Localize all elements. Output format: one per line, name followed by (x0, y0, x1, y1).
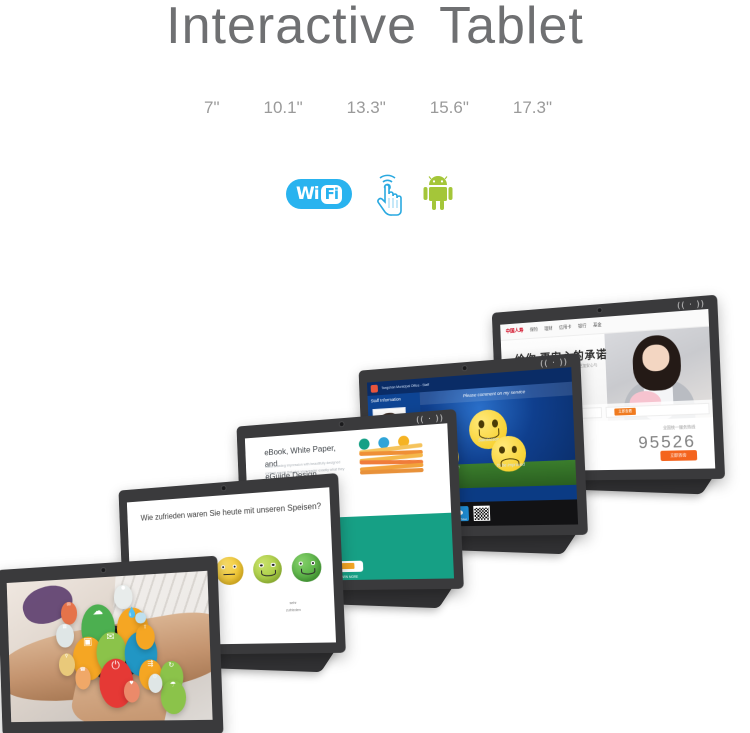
promo-banner: Interactive Tablet 7" 10.1" 13.3" 15.6" 17.3"… (0, 0, 750, 733)
survey-caption: sehr zufrieden (285, 601, 301, 613)
title-word-interactive: Interactive (166, 0, 418, 55)
bubble-upload-icon[interactable]: ⇧ (135, 623, 156, 650)
bubble-search-icon[interactable]: ⚲ (58, 652, 76, 676)
size-option-17: 17.3" (512, 98, 552, 117)
wifi-icon: Wi Fi (286, 179, 352, 209)
tablet-smartwatch-apps[interactable]: ● ✉ ▦ ☁ 💧 ▣ ✉ ⌂ ⏻ ⇶ ↻ ☂ ⇧ ⚲ ☎ ☺ ♥ (0, 555, 228, 733)
stacked-books-icon (359, 443, 424, 479)
survey-face-4[interactable] (252, 553, 283, 585)
staff-panel-title: Staff Information (370, 396, 401, 404)
qr-code-icon (473, 506, 491, 522)
survey-face-5[interactable] (291, 551, 323, 583)
touch-icon (370, 172, 404, 216)
screen-smartwatch-apps[interactable]: ● ✉ ▦ ☁ 💧 ▣ ✉ ⌂ ⏻ ⇶ ↻ ☂ ⇧ ⚲ ☎ ☺ ♥ (6, 570, 213, 723)
agency-logo-icon (370, 384, 378, 393)
size-option-15: 15.6" (429, 98, 469, 117)
bubble-dot-icon[interactable] (135, 612, 146, 624)
bubble-umbrella-icon[interactable]: ☂ (160, 680, 187, 715)
page-title: Interactive Tablet (0, 0, 750, 56)
bubble-message-icon[interactable]: ✉ (60, 601, 78, 625)
size-option-7: 7" (204, 98, 220, 117)
feature-badges: Wi Fi (0, 172, 750, 228)
size-option-13: 13.3" (346, 98, 386, 117)
size-option-10: 10.1" (263, 98, 303, 117)
cn-card[interactable]: e 行销 立即查看 (605, 403, 710, 418)
survey-question: Wie zufrieden waren Sie heute mit unsere… (140, 501, 322, 524)
size-options: 7" 10.1" 13.3" 15.6" 17.3" (0, 98, 750, 118)
android-icon (422, 176, 454, 212)
hotline-button[interactable]: 立即咨询 (659, 450, 697, 462)
title-word-tablet: Tablet (439, 0, 584, 55)
